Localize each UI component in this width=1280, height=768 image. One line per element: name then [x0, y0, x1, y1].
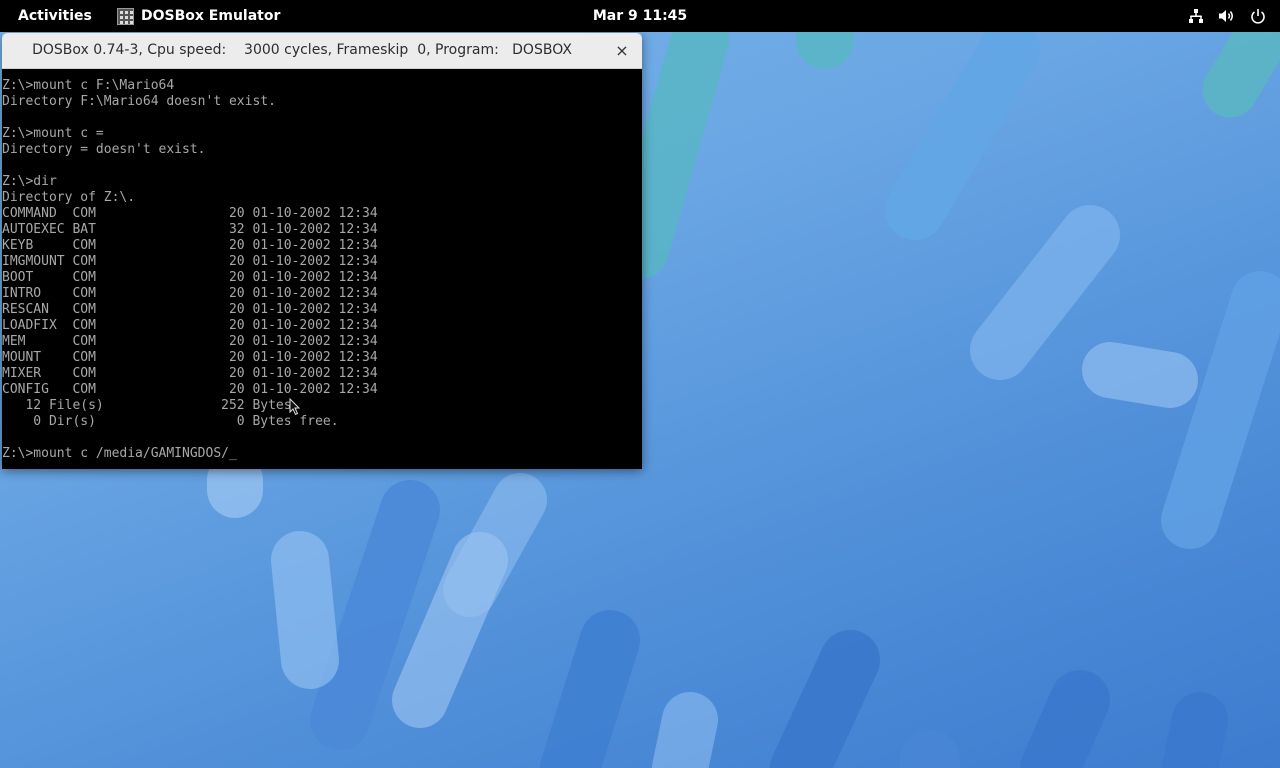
console-line: RESCAN COM 20 01-10-2002 12:34: [2, 302, 378, 317]
activities-button[interactable]: Activities: [18, 0, 92, 32]
window-title: DOSBox 0.74-3, Cpu speed: 3000 cycles, F…: [32, 42, 572, 58]
volume-icon[interactable]: [1218, 8, 1236, 24]
dosbox-window[interactable]: DOSBox 0.74-3, Cpu speed: 3000 cycles, F…: [2, 33, 642, 469]
console-line: 12 File(s) 252 Bytes.: [2, 398, 300, 413]
app-menu-label: DOSBox Emulator: [141, 8, 281, 24]
dos-console[interactable]: Z:\>mount c F:\Mario64 Directory F:\Mario…: [2, 69, 642, 469]
app-menu[interactable]: DOSBox Emulator: [117, 0, 280, 32]
console-line: BOOT COM 20 01-10-2002 12:34: [2, 270, 378, 285]
console-spacer: [2, 69, 642, 78]
console-line: Z:\>dir: [2, 174, 57, 189]
console-line: LOADFIX COM 20 01-10-2002 12:34: [2, 318, 378, 333]
mouse-pointer-icon: [289, 398, 301, 416]
console-line: COMMAND COM 20 01-10-2002 12:34: [2, 206, 378, 221]
console-line: Directory F:\Mario64 doesn't exist.: [2, 94, 276, 109]
console-line: MEM COM 20 01-10-2002 12:34: [2, 334, 378, 349]
console-line: MIXER COM 20 01-10-2002 12:34: [2, 366, 378, 381]
close-icon[interactable]: ×: [610, 39, 634, 63]
console-line: KEYB COM 20 01-10-2002 12:34: [2, 238, 378, 253]
dosbox-app-icon: [117, 7, 134, 25]
console-line: AUTOEXEC BAT 32 01-10-2002 12:34: [2, 222, 378, 237]
system-status-area[interactable]: [1188, 0, 1266, 32]
console-line: MOUNT COM 20 01-10-2002 12:34: [2, 350, 378, 365]
console-input-line[interactable]: Z:\>mount c /media/GAMINGDOS/_: [2, 446, 642, 462]
window-titlebar[interactable]: DOSBox 0.74-3, Cpu speed: 3000 cycles, F…: [2, 33, 642, 69]
command-input[interactable]: Z:\>mount c /media/GAMINGDOS/: [2, 446, 229, 461]
console-line: Directory of Z:\.: [2, 190, 136, 205]
console-line: INTRO COM 20 01-10-2002 12:34: [2, 286, 378, 301]
network-icon[interactable]: [1188, 8, 1204, 24]
console-line: Directory = doesn't exist.: [2, 142, 206, 157]
desktop[interactable]: Activities DOSBox Emulator Mar 9 11:45 D…: [0, 0, 1280, 768]
console-line: IMGMOUNT COM 20 01-10-2002 12:34: [2, 254, 378, 269]
console-line: 0 Dir(s) 0 Bytes free.: [2, 414, 339, 429]
top-bar: Activities DOSBox Emulator Mar 9 11:45: [0, 0, 1280, 32]
clock[interactable]: Mar 9 11:45: [570, 0, 710, 32]
power-icon[interactable]: [1250, 8, 1266, 24]
console-line: Z:\>mount c =: [2, 126, 104, 141]
text-cursor: _: [228, 446, 237, 461]
console-line: Z:\>mount c F:\Mario64: [2, 78, 175, 93]
console-line: CONFIG COM 20 01-10-2002 12:34: [2, 382, 378, 397]
